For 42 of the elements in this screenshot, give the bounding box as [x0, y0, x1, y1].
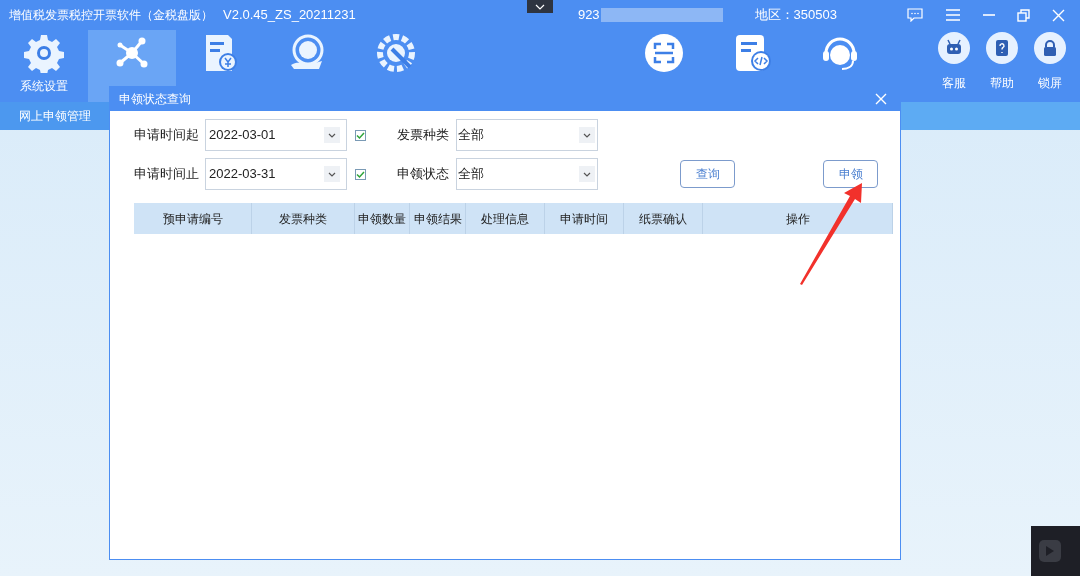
message-icon[interactable]	[907, 8, 923, 22]
account-number: 923	[577, 6, 600, 25]
collapse-tab-icon[interactable]	[527, 0, 553, 13]
close-icon[interactable]	[1052, 8, 1065, 22]
app-title: 增值税发票税控开票软件（金税盘版）	[9, 7, 213, 24]
media-icon	[1039, 540, 1061, 562]
help-book-icon	[993, 39, 1011, 57]
close-icon[interactable]	[875, 93, 887, 105]
gear-icon	[24, 33, 64, 73]
column-header: 发票种类	[252, 203, 355, 234]
field-label: 申请时间起	[134, 126, 200, 145]
dropdown-field[interactable]: 全部	[456, 158, 598, 190]
version-label: V2.0.45_ZS_20211231	[223, 6, 356, 25]
dropdown-field[interactable]: 全部	[456, 119, 598, 151]
column-header: 申领数量	[355, 203, 410, 234]
action-button[interactable]: 申领	[823, 160, 878, 188]
field-label: 申请时间止	[134, 165, 200, 184]
scan-icon	[644, 33, 684, 73]
quick-button[interactable]: 帮助	[978, 30, 1026, 102]
field-label: 发票种类	[397, 126, 450, 145]
quick-button[interactable]: 锁屏	[1026, 30, 1074, 102]
ribbon-tab[interactable]: 系统设置	[0, 30, 88, 102]
checkbox[interactable]	[355, 168, 366, 180]
wrench-gear-icon	[376, 33, 416, 73]
region-label: 地区：350503	[754, 6, 837, 25]
column-header: 申请时间	[545, 203, 624, 234]
date-field[interactable]: 2022-03-31	[205, 158, 347, 190]
field-label: 申领状态	[397, 165, 450, 184]
date-field[interactable]: 2022-03-01	[205, 119, 347, 151]
checkbox[interactable]	[355, 129, 366, 141]
dialog-title: 申领状态查询	[119, 91, 191, 108]
menu-icon[interactable]	[945, 9, 961, 21]
column-header: 纸票确认	[624, 203, 703, 234]
subnav-tab[interactable]: 网上申领管理	[0, 102, 110, 130]
action-button[interactable]: 查询	[680, 160, 735, 188]
quick-button[interactable]: 客服	[930, 30, 978, 102]
robot-icon	[945, 39, 963, 57]
column-header: 处理信息	[466, 203, 545, 234]
restore-icon[interactable]	[1017, 8, 1030, 22]
column-header: 申领结果	[410, 203, 466, 234]
lock-icon	[1041, 39, 1059, 57]
column-header: 预申请编号	[134, 203, 252, 234]
